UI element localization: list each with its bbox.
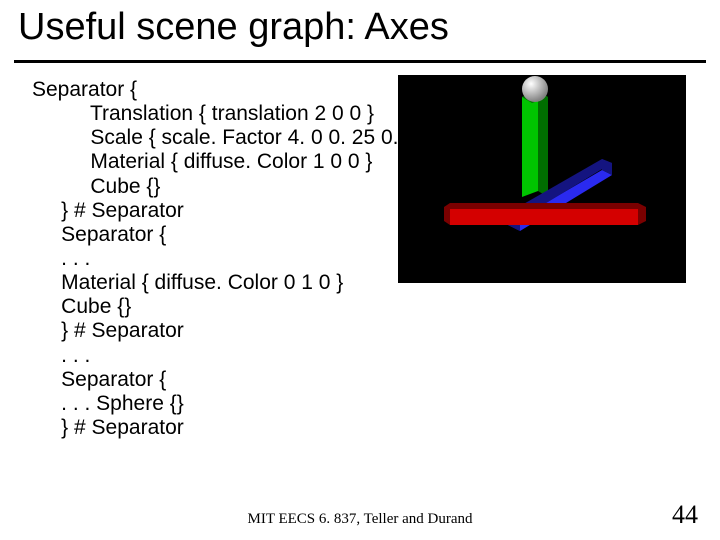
sphere-icon: [522, 76, 548, 102]
page-number: 44: [672, 500, 698, 530]
page-title: Useful scene graph: Axes: [18, 6, 449, 49]
axes-render: [398, 75, 686, 283]
title-rule: [14, 60, 706, 63]
code-block: Separator { Translation { translation 2 …: [32, 78, 441, 440]
footer-text: MIT EECS 6. 837, Teller and Durand: [0, 511, 720, 528]
y-axis-icon: [522, 91, 548, 197]
x-axis-icon: [444, 203, 646, 225]
axes-svg: [398, 75, 686, 283]
